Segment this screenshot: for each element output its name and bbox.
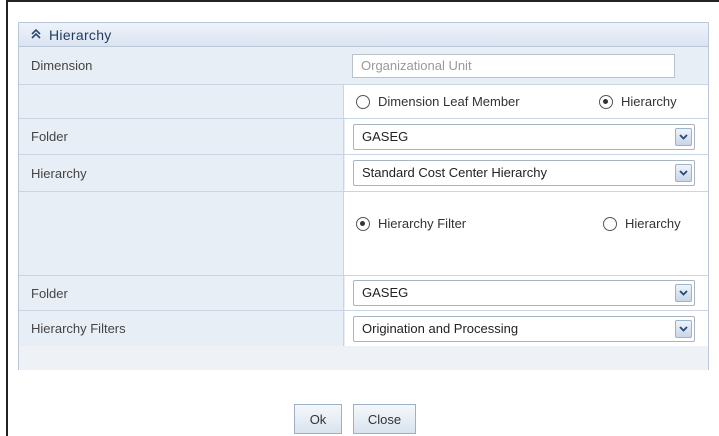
- radio-indicator[interactable]: [599, 94, 613, 109]
- close-button[interactable]: Close: [353, 404, 416, 434]
- hierarchy-label: Hierarchy: [19, 155, 344, 191]
- radio-label: Dimension Leaf Member: [378, 94, 520, 109]
- panel-header[interactable]: Hierarchy: [19, 23, 708, 47]
- hierarchy-cell: Standard Cost Center Hierarchy: [345, 155, 708, 191]
- ok-button[interactable]: Ok: [294, 404, 342, 434]
- radio-indicator[interactable]: [356, 94, 370, 109]
- folder-select-value: GASEG: [362, 129, 409, 144]
- source-type-radio-row: Dimension Leaf Member Hierarchy: [19, 85, 708, 119]
- chevron-down-icon[interactable]: [675, 284, 692, 302]
- radio-hierarchy[interactable]: Hierarchy: [599, 94, 677, 109]
- filter-folder-cell: GASEG: [345, 276, 708, 310]
- hierarchy-select[interactable]: Standard Cost Center Hierarchy: [353, 160, 695, 186]
- chevron-down-icon[interactable]: [675, 128, 692, 146]
- chevron-down-icon[interactable]: [675, 164, 692, 182]
- hierarchy-filters-select[interactable]: Origination and Processing: [353, 316, 695, 342]
- filter-folder-select-value: GASEG: [362, 285, 409, 300]
- radio-dimension-leaf-member[interactable]: Dimension Leaf Member: [356, 94, 520, 109]
- radio-label: Hierarchy Filter: [378, 216, 467, 231]
- radio-group-source-type: Dimension Leaf Member Hierarchy: [345, 85, 708, 118]
- radio-row-blank-label: [19, 192, 344, 275]
- hierarchy-filters-label: Hierarchy Filters: [19, 311, 344, 346]
- folder-select[interactable]: GASEG: [353, 124, 695, 150]
- radio-hierarchy-alt[interactable]: Hierarchy: [603, 216, 681, 231]
- dimension-row: Dimension Organizational Unit: [19, 47, 708, 85]
- radio-hierarchy-filter[interactable]: Hierarchy Filter: [356, 216, 466, 231]
- hierarchy-filters-row: Hierarchy Filters Origination and Proces…: [19, 311, 708, 347]
- folder-label: Folder: [19, 119, 344, 154]
- radio-indicator[interactable]: [603, 216, 617, 231]
- hierarchy-row: Hierarchy Standard Cost Center Hierarchy: [19, 155, 708, 192]
- radio-label: Hierarchy: [621, 94, 677, 109]
- folder-cell: GASEG: [345, 119, 708, 154]
- double-chevron-up-icon[interactable]: [29, 27, 43, 41]
- panel-footer-strip: [19, 346, 708, 370]
- panel-title: Hierarchy: [49, 27, 112, 43]
- hierarchy-filters-select-value: Origination and Processing: [362, 321, 519, 336]
- filter-folder-select[interactable]: GASEG: [353, 280, 695, 306]
- hierarchy-filters-cell: Origination and Processing: [345, 311, 708, 346]
- dimension-field: Organizational Unit: [352, 54, 675, 78]
- radio-label: Hierarchy: [625, 216, 681, 231]
- filter-folder-label: Folder: [19, 276, 344, 310]
- hierarchy-select-value: Standard Cost Center Hierarchy: [362, 165, 547, 180]
- folder-row: Folder GASEG: [19, 119, 708, 155]
- radio-indicator[interactable]: [356, 216, 370, 231]
- hierarchy-panel: Hierarchy Dimension Organizational Unit …: [18, 22, 709, 370]
- filter-folder-row: Folder GASEG: [19, 276, 708, 311]
- radio-row-blank-label: [19, 85, 344, 118]
- radio-group-filter-type: Hierarchy Filter Hierarchy: [345, 192, 708, 275]
- chevron-down-icon[interactable]: [675, 320, 692, 338]
- filter-type-radio-row: Hierarchy Filter Hierarchy: [19, 192, 708, 276]
